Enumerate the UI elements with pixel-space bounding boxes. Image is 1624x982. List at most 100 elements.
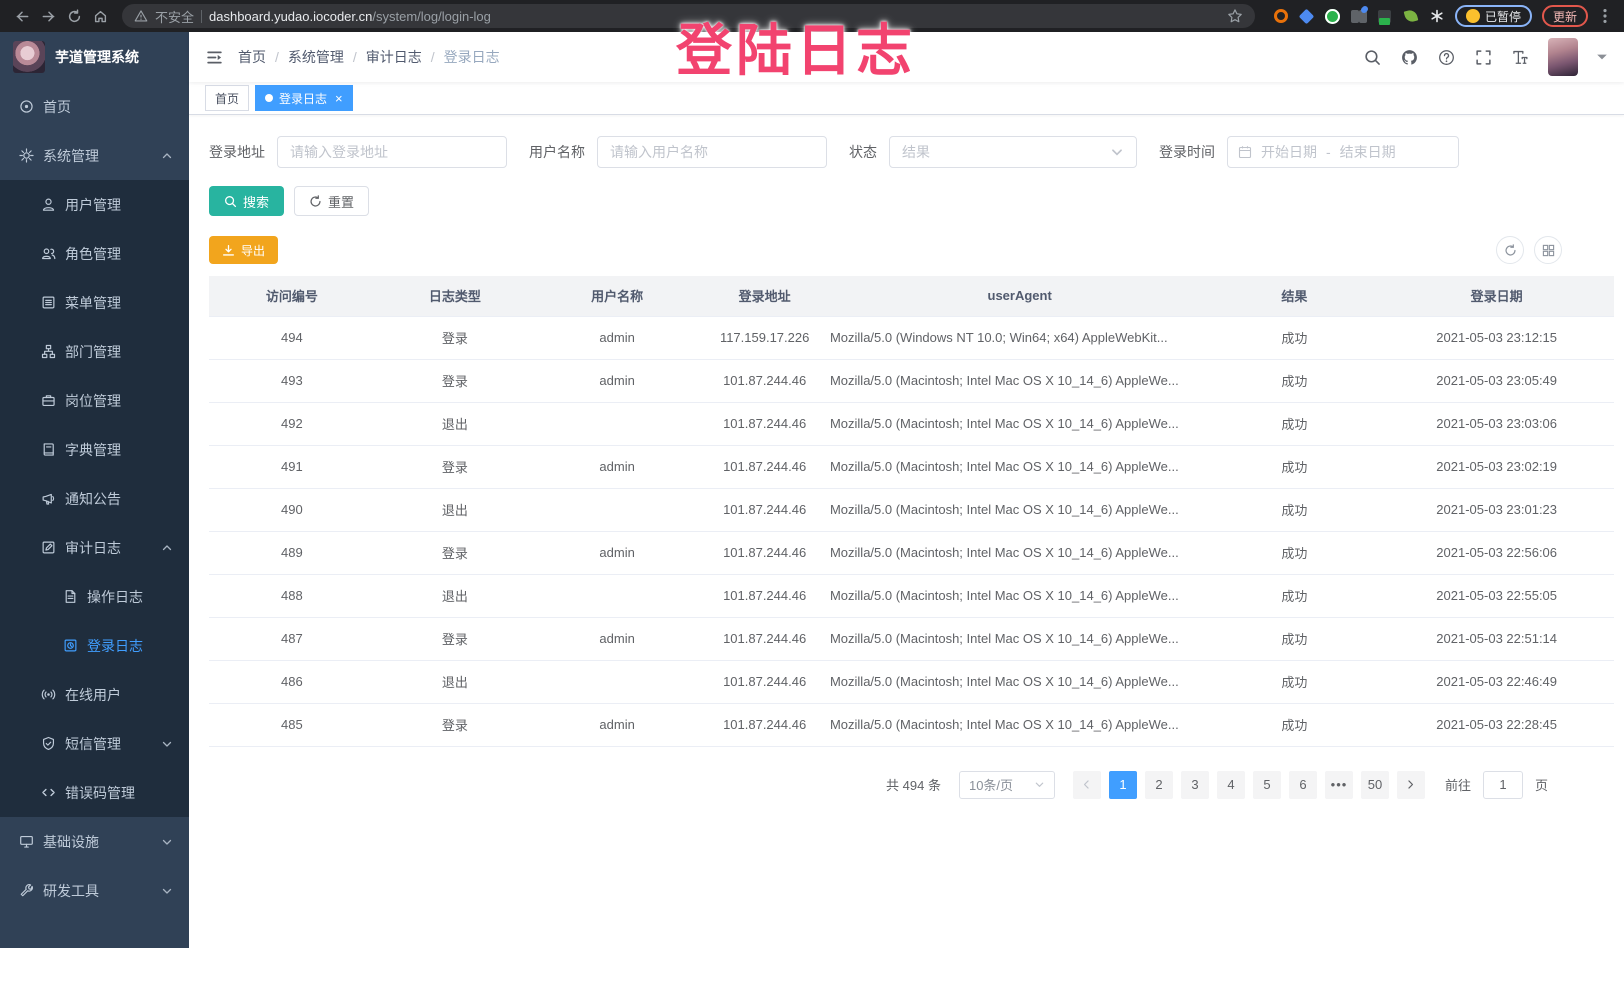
page-button[interactable]: 1	[1109, 771, 1137, 799]
breadcrumb-item[interactable]: 系统管理	[288, 47, 344, 67]
table-cell: 493	[209, 359, 375, 402]
table-cell	[535, 402, 699, 445]
view-tag[interactable]: 登录日志×	[255, 85, 353, 111]
goto-label: 前往	[1445, 775, 1471, 794]
page-ellipsis[interactable]: •••	[1325, 771, 1353, 799]
sidebar-item[interactable]: 首页	[0, 82, 189, 131]
page-button[interactable]: 5	[1253, 771, 1281, 799]
username-input[interactable]	[610, 144, 814, 160]
table-row: 494登录admin117.159.17.226Mozilla/5.0 (Win…	[209, 316, 1614, 359]
extension-icon[interactable]	[1377, 8, 1393, 24]
extension-icon[interactable]	[1273, 8, 1289, 24]
hamburger-icon[interactable]	[205, 48, 224, 67]
table-cell: 2021-05-03 22:55:05	[1379, 574, 1614, 617]
sidebar-item[interactable]: 岗位管理	[0, 376, 189, 425]
sidebar-item-label: 字典管理	[65, 440, 173, 460]
sidebar-item[interactable]: 通知公告	[0, 474, 189, 523]
chevron-down-icon[interactable]	[1596, 51, 1608, 63]
column-header: 登录日期	[1379, 276, 1614, 316]
screen: 不安全 dashboard.yudao.iocoder.cn/system/lo…	[0, 0, 1624, 982]
home-icon[interactable]	[88, 5, 112, 27]
status-select[interactable]: 结果	[889, 136, 1137, 168]
sidebar-item[interactable]: 操作日志	[0, 572, 189, 621]
next-page-button[interactable]	[1397, 771, 1425, 799]
reload-icon[interactable]	[62, 5, 86, 27]
view-tag[interactable]: 首页	[205, 85, 249, 111]
extension-icon[interactable]	[1403, 8, 1419, 24]
goto-suffix: 页	[1535, 775, 1548, 794]
breadcrumb-item[interactable]: 首页	[238, 47, 266, 67]
page-button[interactable]: 50	[1361, 771, 1389, 799]
forward-icon[interactable]	[36, 5, 60, 27]
sidebar-submenu: 用户管理角色管理菜单管理部门管理岗位管理字典管理通知公告审计日志操作日志登录日志…	[0, 180, 189, 817]
sidebar-item[interactable]: 基础设施	[0, 817, 189, 866]
prev-page-button[interactable]	[1073, 771, 1101, 799]
sidebar-item[interactable]: 在线用户	[0, 670, 189, 719]
column-header: userAgent	[830, 276, 1209, 316]
download-icon	[222, 244, 235, 257]
update-button[interactable]: 更新	[1542, 5, 1588, 27]
sidebar-item[interactable]: 短信管理	[0, 719, 189, 768]
table-row: 487登录admin101.87.244.46Mozilla/5.0 (Maci…	[209, 617, 1614, 660]
extension-icon[interactable]	[1351, 8, 1367, 24]
goto-page-input[interactable]	[1483, 771, 1523, 799]
table-cell: admin	[535, 316, 699, 359]
login-address-input[interactable]	[290, 144, 494, 160]
back-icon[interactable]	[10, 5, 34, 27]
export-button[interactable]: 导出	[209, 236, 278, 264]
sidebar-item[interactable]: 菜单管理	[0, 278, 189, 327]
table-cell: Mozilla/5.0 (Macintosh; Intel Mac OS X 1…	[830, 703, 1209, 746]
font-size-icon[interactable]	[1511, 48, 1530, 67]
gear-icon	[19, 148, 34, 163]
sidebar-item[interactable]: 部门管理	[0, 327, 189, 376]
close-icon[interactable]: ×	[335, 92, 343, 105]
sidebar-item-label: 岗位管理	[65, 391, 173, 411]
security-label: 不安全	[155, 7, 194, 26]
help-icon[interactable]	[1437, 48, 1456, 67]
sidebar-item[interactable]: 角色管理	[0, 229, 189, 278]
paused-badge[interactable]: 已暂停	[1455, 5, 1532, 27]
avatar[interactable]	[1548, 38, 1578, 76]
extension-icon[interactable]	[1299, 8, 1315, 24]
operation-log-icon	[63, 589, 78, 604]
column-settings-button[interactable]	[1534, 236, 1562, 264]
sidebar-item[interactable]: 错误码管理	[0, 768, 189, 817]
address-bar[interactable]: 不安全 dashboard.yudao.iocoder.cn/system/lo…	[122, 4, 1255, 28]
sidebar-item-login-log[interactable]: 登录日志	[0, 621, 189, 670]
browser-menu-icon[interactable]	[1596, 7, 1614, 25]
login-time-range-picker[interactable]: 开始日期 - 结束日期	[1227, 136, 1459, 168]
start-date-placeholder: 开始日期	[1261, 142, 1317, 162]
search-icon[interactable]	[1363, 48, 1382, 67]
breadcrumb-item[interactable]: 审计日志	[366, 47, 422, 67]
page-button[interactable]: 2	[1145, 771, 1173, 799]
sidebar-item-label: 错误码管理	[65, 783, 173, 803]
sidebar-item[interactable]: 系统管理	[0, 131, 189, 180]
sidebar-item[interactable]: 研发工具	[0, 866, 189, 915]
refresh-table-button[interactable]	[1496, 236, 1524, 264]
chevron-down-icon	[1034, 779, 1045, 790]
breadcrumb-separator: /	[353, 49, 357, 65]
sidebar-item[interactable]: 用户管理	[0, 180, 189, 229]
page-button[interactable]: 3	[1181, 771, 1209, 799]
table-cell: 101.87.244.46	[699, 359, 830, 402]
sidebar-item-label: 在线用户	[65, 685, 173, 705]
page-size-select[interactable]: 10条/页	[959, 771, 1055, 799]
app-logo[interactable]: 芋道管理系统	[0, 32, 189, 82]
table-cell: 491	[209, 445, 375, 488]
megaphone-icon	[41, 491, 56, 506]
table-row: 486退出101.87.244.46Mozilla/5.0 (Macintosh…	[209, 660, 1614, 703]
page-button[interactable]: 6	[1289, 771, 1317, 799]
extension-icon[interactable]	[1325, 8, 1341, 24]
extension-icon[interactable]	[1429, 8, 1445, 24]
table-cell: 成功	[1209, 359, 1379, 402]
bookmark-star-icon[interactable]	[1227, 8, 1243, 24]
sidebar-item[interactable]: 审计日志	[0, 523, 189, 572]
github-icon[interactable]	[1400, 48, 1419, 67]
search-button[interactable]: 搜索	[209, 186, 284, 216]
reset-button[interactable]: 重置	[294, 186, 369, 216]
breadcrumb-item: 登录日志	[444, 47, 500, 67]
sidebar-item[interactable]: 字典管理	[0, 425, 189, 474]
page-button[interactable]: 4	[1217, 771, 1245, 799]
filter-form: 登录地址 用户名称 状态 结果 登录时间	[209, 136, 1614, 168]
fullscreen-icon[interactable]	[1474, 48, 1493, 67]
